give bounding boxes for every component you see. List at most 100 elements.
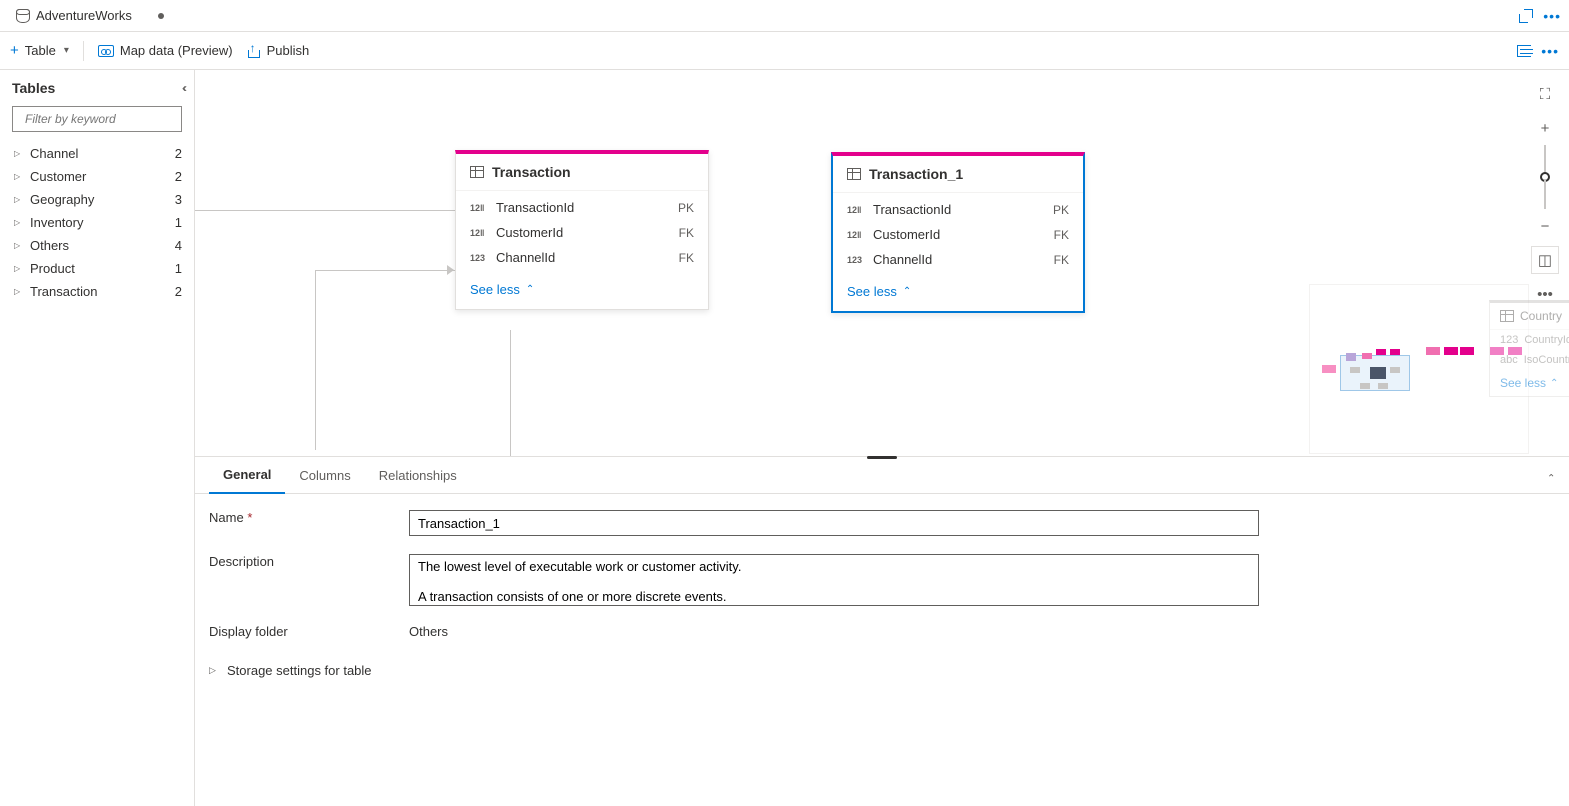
- tree-count: 3: [175, 192, 182, 207]
- tree-count: 2: [175, 284, 182, 299]
- column-row[interactable]: 12‖ CustomerId FK: [456, 220, 708, 245]
- minimap-shape: [1444, 347, 1458, 355]
- column-type-icon: 123: [847, 255, 865, 265]
- minimap-shape: [1322, 365, 1336, 373]
- table-card-title: Transaction_1: [869, 166, 963, 182]
- connector-line: [195, 210, 455, 211]
- new-table-button[interactable]: + Table ▾: [10, 42, 69, 59]
- tab-general[interactable]: General: [209, 457, 285, 494]
- sidebar-item-others[interactable]: ▷ Others 4: [12, 234, 194, 257]
- tree-count: 1: [175, 261, 182, 276]
- zoom-out-button[interactable]: −: [1531, 212, 1559, 240]
- sidebar-item-inventory[interactable]: ▷ Inventory 1: [12, 211, 194, 234]
- column-row: abc IsoCountr: [1490, 350, 1569, 370]
- connector-line: [510, 330, 511, 460]
- column-row[interactable]: 12‖ CustomerId FK: [833, 222, 1083, 247]
- table-card-transaction[interactable]: Transaction 12‖ TransactionId PK 12‖ Cus…: [455, 150, 709, 310]
- chevron-right-icon: ▷: [14, 218, 24, 227]
- tree-label: Geography: [30, 192, 94, 207]
- see-less-toggle[interactable]: See less ⌃: [847, 284, 1069, 299]
- tree-label: Channel: [30, 146, 78, 161]
- collapse-panel-button[interactable]: ⌄: [1547, 468, 1555, 482]
- column-name: TransactionId: [496, 200, 574, 215]
- map-data-icon: [98, 45, 114, 57]
- tree-label: Product: [30, 261, 75, 276]
- column-key: FK: [679, 226, 694, 240]
- publish-icon: [247, 44, 261, 58]
- fit-to-screen-button[interactable]: ⛶: [1531, 80, 1559, 108]
- map-data-label: Map data (Preview): [120, 43, 233, 58]
- er-canvas[interactable]: Transaction 12‖ TransactionId PK 12‖ Cus…: [195, 70, 1569, 456]
- table-icon: [847, 168, 861, 180]
- toolbar-more-icon[interactable]: •••: [1541, 43, 1559, 59]
- tab-columns[interactable]: Columns: [285, 458, 364, 493]
- chevron-up-icon: ⌃: [1550, 378, 1558, 389]
- column-key: FK: [1054, 253, 1069, 267]
- storage-settings-label: Storage settings for table: [227, 663, 372, 678]
- column-key: PK: [1053, 203, 1069, 217]
- storage-settings-toggle[interactable]: ▷ Storage settings for table: [209, 657, 1555, 678]
- column-row[interactable]: 123 ChannelId FK: [833, 247, 1083, 272]
- table-card-country-preview[interactable]: Country 123 CountryId abc IsoCountr See …: [1489, 300, 1569, 397]
- filter-input-wrapper[interactable]: [12, 106, 182, 132]
- column-type-icon: 12‖: [470, 203, 488, 213]
- chevron-right-icon: ▷: [14, 172, 24, 181]
- column-name: TransactionId: [873, 202, 951, 217]
- sidebar-item-geography[interactable]: ▷ Geography 3: [12, 188, 194, 211]
- document-tab[interactable]: AdventureWorks: [8, 0, 172, 31]
- tree-label: Inventory: [30, 215, 83, 230]
- publish-button[interactable]: Publish: [247, 43, 310, 58]
- column-row[interactable]: 123 ChannelId FK: [456, 245, 708, 270]
- chevron-up-icon: ⌃: [903, 286, 911, 297]
- minimap-shape: [1390, 367, 1400, 373]
- resize-grip[interactable]: [867, 456, 897, 459]
- connector-line: [315, 270, 316, 450]
- see-less-toggle[interactable]: See less ⌃: [470, 282, 694, 297]
- filter-input[interactable]: [25, 112, 182, 126]
- connector-arrow: [447, 265, 454, 275]
- table-icon: [470, 166, 484, 178]
- column-row[interactable]: 12‖ TransactionId PK: [833, 197, 1083, 222]
- expand-icon[interactable]: [1519, 9, 1533, 23]
- minimap-shape: [1350, 367, 1360, 373]
- sidebar-item-transaction[interactable]: ▷ Transaction 2: [12, 280, 194, 303]
- zoom-in-button[interactable]: +: [1531, 114, 1559, 142]
- column-name: CountryId: [1524, 334, 1569, 346]
- collapse-sidebar-icon[interactable]: ‹‹: [182, 81, 184, 95]
- column-name: CustomerId: [496, 225, 563, 240]
- plus-icon: +: [10, 42, 19, 59]
- name-input[interactable]: [409, 510, 1259, 536]
- sidebar-item-customer[interactable]: ▷ Customer 2: [12, 165, 194, 188]
- description-input[interactable]: [409, 554, 1259, 606]
- minimap-shape: [1376, 349, 1386, 355]
- column-key: FK: [679, 251, 694, 265]
- tree-label: Others: [30, 238, 69, 253]
- column-name: ChannelId: [873, 252, 932, 267]
- zoom-rail: [1544, 145, 1546, 175]
- map-data-button[interactable]: Map data (Preview): [98, 43, 233, 58]
- chevron-right-icon: ▷: [14, 287, 24, 296]
- display-folder-label: Display folder: [209, 624, 409, 639]
- column-type-icon: 12‖: [847, 205, 865, 215]
- sidebar-item-product[interactable]: ▷ Product 1: [12, 257, 194, 280]
- display-folder-value: Others: [409, 624, 448, 639]
- column-row[interactable]: 12‖ TransactionId PK: [456, 195, 708, 220]
- minimap-shape: [1360, 383, 1370, 389]
- column-name: ChannelId: [496, 250, 555, 265]
- list-view-icon[interactable]: [1517, 45, 1531, 57]
- table-label: Table: [25, 43, 56, 58]
- tab-relationships[interactable]: Relationships: [365, 458, 471, 493]
- column-type-icon: 12‖: [470, 228, 488, 238]
- minimap-shape: [1460, 347, 1474, 355]
- minimap-shape: [1346, 353, 1356, 361]
- more-options-icon[interactable]: •••: [1543, 8, 1561, 24]
- properties-panel: General Columns Relationships ⌄ Name * D…: [195, 456, 1569, 806]
- column-key: PK: [678, 201, 694, 215]
- sidebar-item-channel[interactable]: ▷ Channel 2: [12, 142, 194, 165]
- minimap-shape: [1390, 349, 1400, 355]
- see-less-toggle[interactable]: See less ⌃: [1490, 370, 1569, 396]
- table-card-transaction-1[interactable]: Transaction_1 12‖ TransactionId PK 12‖ C…: [831, 152, 1085, 313]
- tree-label: Transaction: [30, 284, 97, 299]
- column-type-icon: 123: [1500, 334, 1518, 346]
- minimap-toggle-button[interactable]: ◫: [1531, 246, 1559, 274]
